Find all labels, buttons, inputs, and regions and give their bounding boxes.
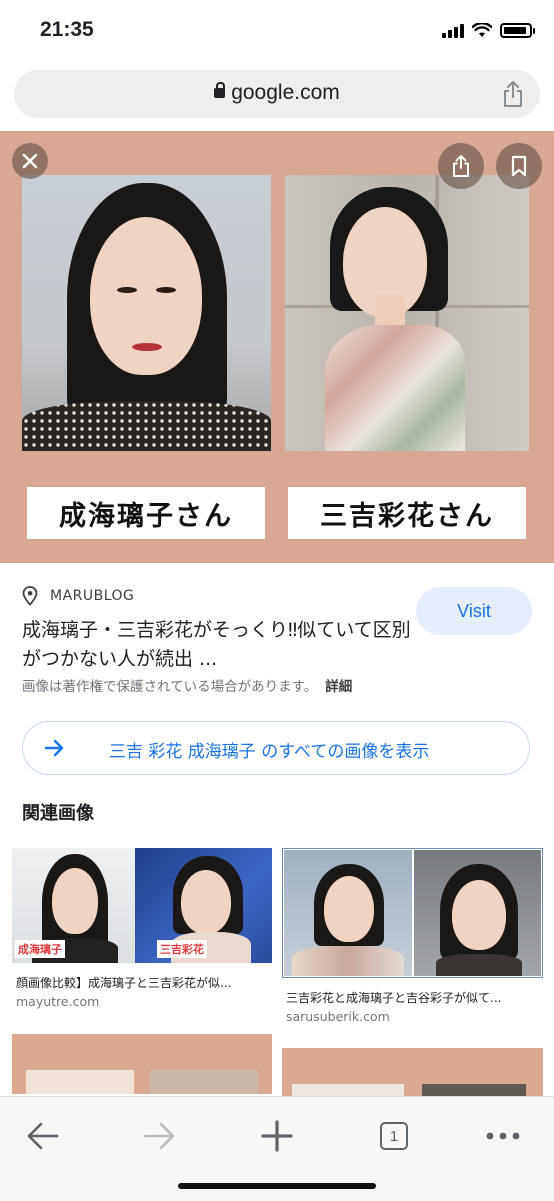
lock-icon [214, 82, 226, 98]
related-image-card[interactable]: 成海璃子 三吉彩花 顔画像比較】成海璃子と三吉彩花が似... mayutre.c… [12, 848, 272, 1018]
result-title[interactable]: 成海璃子・三吉彩花がそっくり‼似ていて区別がつかない人が続出 ... [22, 616, 412, 674]
new-tab-button[interactable] [252, 1111, 302, 1161]
plus-icon [261, 1120, 293, 1152]
copyright-notice: 画像は著作権で保護されている場合があります。 詳細 [22, 675, 352, 695]
related-thumbnail [150, 1070, 258, 1094]
related-image-card[interactable]: 三吉彩花と成海璃子と吉谷彩子が似て... sarusuberik.com [282, 848, 543, 1024]
share-image-button[interactable] [438, 143, 484, 189]
related-image-card[interactable] [282, 1048, 543, 1098]
arrow-left-icon [27, 1122, 59, 1150]
share-icon[interactable] [502, 80, 524, 108]
photo-miyoshi-ayaka [285, 175, 529, 451]
address-bar[interactable]: google.com [14, 70, 540, 118]
home-indicator[interactable] [178, 1183, 376, 1189]
arrow-right-icon [143, 1122, 175, 1150]
related-thumbnail [284, 850, 412, 976]
more-menu-button[interactable] [478, 1111, 528, 1161]
close-viewer-button[interactable] [12, 143, 48, 179]
related-image-card[interactable] [12, 1034, 272, 1094]
related-thumbnail: 成海璃子 [12, 848, 135, 963]
related-title: 三吉彩花と成海璃子と吉谷彩子が似て... [286, 991, 502, 1005]
save-image-button[interactable] [496, 143, 542, 189]
photo-narumi-riko [22, 175, 271, 451]
share-icon [453, 155, 469, 177]
more-dots-icon [486, 1132, 520, 1140]
caption-left: 成海璃子さん [27, 487, 265, 539]
visit-button[interactable]: Visit [416, 587, 532, 635]
name-tag: 成海璃子 [15, 940, 65, 958]
source-line[interactable]: MARUBLOG [22, 586, 134, 606]
view-all-images-button[interactable]: 三吉 彩花 成海璃子 のすべての画像を表示 [22, 721, 530, 775]
related-thumbnail [26, 1070, 134, 1094]
url-label: google.com [231, 81, 340, 104]
tab-switcher-button[interactable]: 1 [369, 1111, 419, 1161]
status-time: 21:35 [40, 18, 94, 41]
cellular-signal-icon [442, 22, 464, 38]
forward-button[interactable] [134, 1111, 184, 1161]
status-icons [442, 22, 535, 38]
related-site: mayutre.com [16, 994, 100, 1009]
status-bar: 21:35 [0, 0, 554, 64]
image-viewer[interactable]: 成海璃子さん 三吉彩花さん [0, 131, 554, 563]
related-images-heading: 関連画像 [22, 803, 94, 824]
close-icon [22, 153, 38, 169]
url-text[interactable]: google.com [14, 81, 540, 105]
wifi-icon [472, 22, 492, 37]
related-title: 顔画像比較】成海璃子と三吉彩花が似... [16, 976, 232, 990]
caption-right: 三吉彩花さん [288, 487, 526, 539]
related-thumbnail: 三吉彩花 [135, 848, 272, 963]
details-link[interactable]: 詳細 [325, 679, 352, 695]
bookmark-icon [511, 155, 527, 177]
copyright-text: 画像は著作権で保護されている場合があります。 [22, 679, 318, 695]
name-tag: 三吉彩花 [157, 940, 207, 958]
related-thumbnail [414, 850, 541, 976]
location-pin-icon [22, 586, 38, 606]
back-button[interactable] [18, 1111, 68, 1161]
arrow-right-icon [44, 739, 64, 757]
tab-count: 1 [380, 1122, 408, 1150]
view-all-images-label: 三吉 彩花 成海璃子 のすべての画像を表示 [109, 742, 430, 762]
source-name: MARUBLOG [50, 588, 135, 604]
related-site: sarusuberik.com [286, 1009, 390, 1024]
battery-icon [500, 22, 535, 38]
